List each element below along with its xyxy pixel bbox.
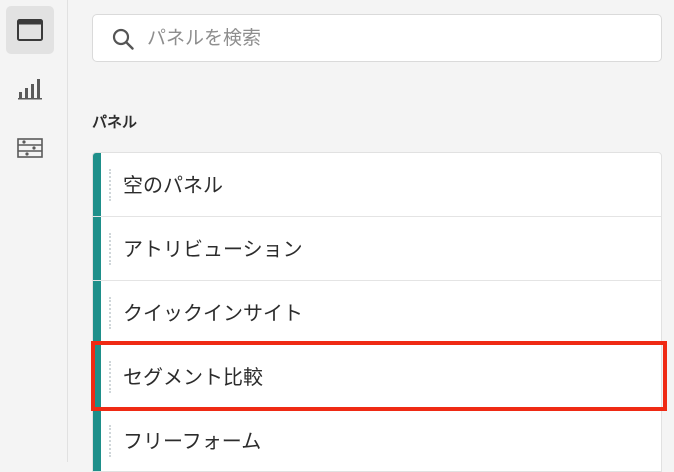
panel-color-bar bbox=[93, 409, 101, 471]
panel-color-bar bbox=[93, 217, 101, 280]
panel-color-bar bbox=[93, 281, 101, 344]
panel-item-freeform[interactable]: フリーフォーム bbox=[93, 409, 661, 471]
drag-handle[interactable] bbox=[109, 361, 111, 393]
panel-item-segment-comparison[interactable]: セグメント比較 bbox=[93, 345, 661, 409]
rail-components-button[interactable] bbox=[6, 124, 54, 172]
components-icon bbox=[17, 138, 43, 158]
left-rail bbox=[0, 0, 68, 462]
bar-chart-icon bbox=[18, 79, 42, 100]
panel-item-blank[interactable]: 空のパネル bbox=[93, 153, 661, 217]
drag-handle[interactable] bbox=[109, 233, 111, 265]
panel-item-label: セグメント比較 bbox=[123, 365, 263, 389]
panel-icon bbox=[17, 19, 43, 41]
drag-handle[interactable] bbox=[109, 425, 111, 457]
panels-pane: パネル 空のパネル アトリビューション クイックインサイト セグメント比較 フリ… bbox=[68, 0, 674, 472]
rail-panels-button[interactable] bbox=[6, 6, 54, 54]
panel-item-quick-insights[interactable]: クイックインサイト bbox=[93, 281, 661, 345]
panel-search-input[interactable] bbox=[147, 15, 647, 61]
rail-visualizations-button[interactable] bbox=[6, 64, 54, 112]
panel-list: 空のパネル アトリビューション クイックインサイト セグメント比較 フリーフォー… bbox=[92, 152, 662, 472]
panel-search-box[interactable] bbox=[92, 14, 662, 62]
panel-color-bar bbox=[93, 153, 101, 216]
panel-item-label: フリーフォーム bbox=[123, 429, 262, 453]
search-icon bbox=[112, 28, 134, 50]
panel-color-bar bbox=[93, 345, 101, 408]
panel-item-attribution[interactable]: アトリビューション bbox=[93, 217, 661, 281]
drag-handle[interactable] bbox=[109, 169, 111, 201]
panel-item-label: アトリビューション bbox=[123, 237, 303, 261]
panel-item-label: 空のパネル bbox=[123, 173, 223, 197]
panel-item-label: クイックインサイト bbox=[123, 301, 303, 325]
section-title: パネル bbox=[92, 113, 138, 131]
drag-handle[interactable] bbox=[109, 297, 111, 329]
